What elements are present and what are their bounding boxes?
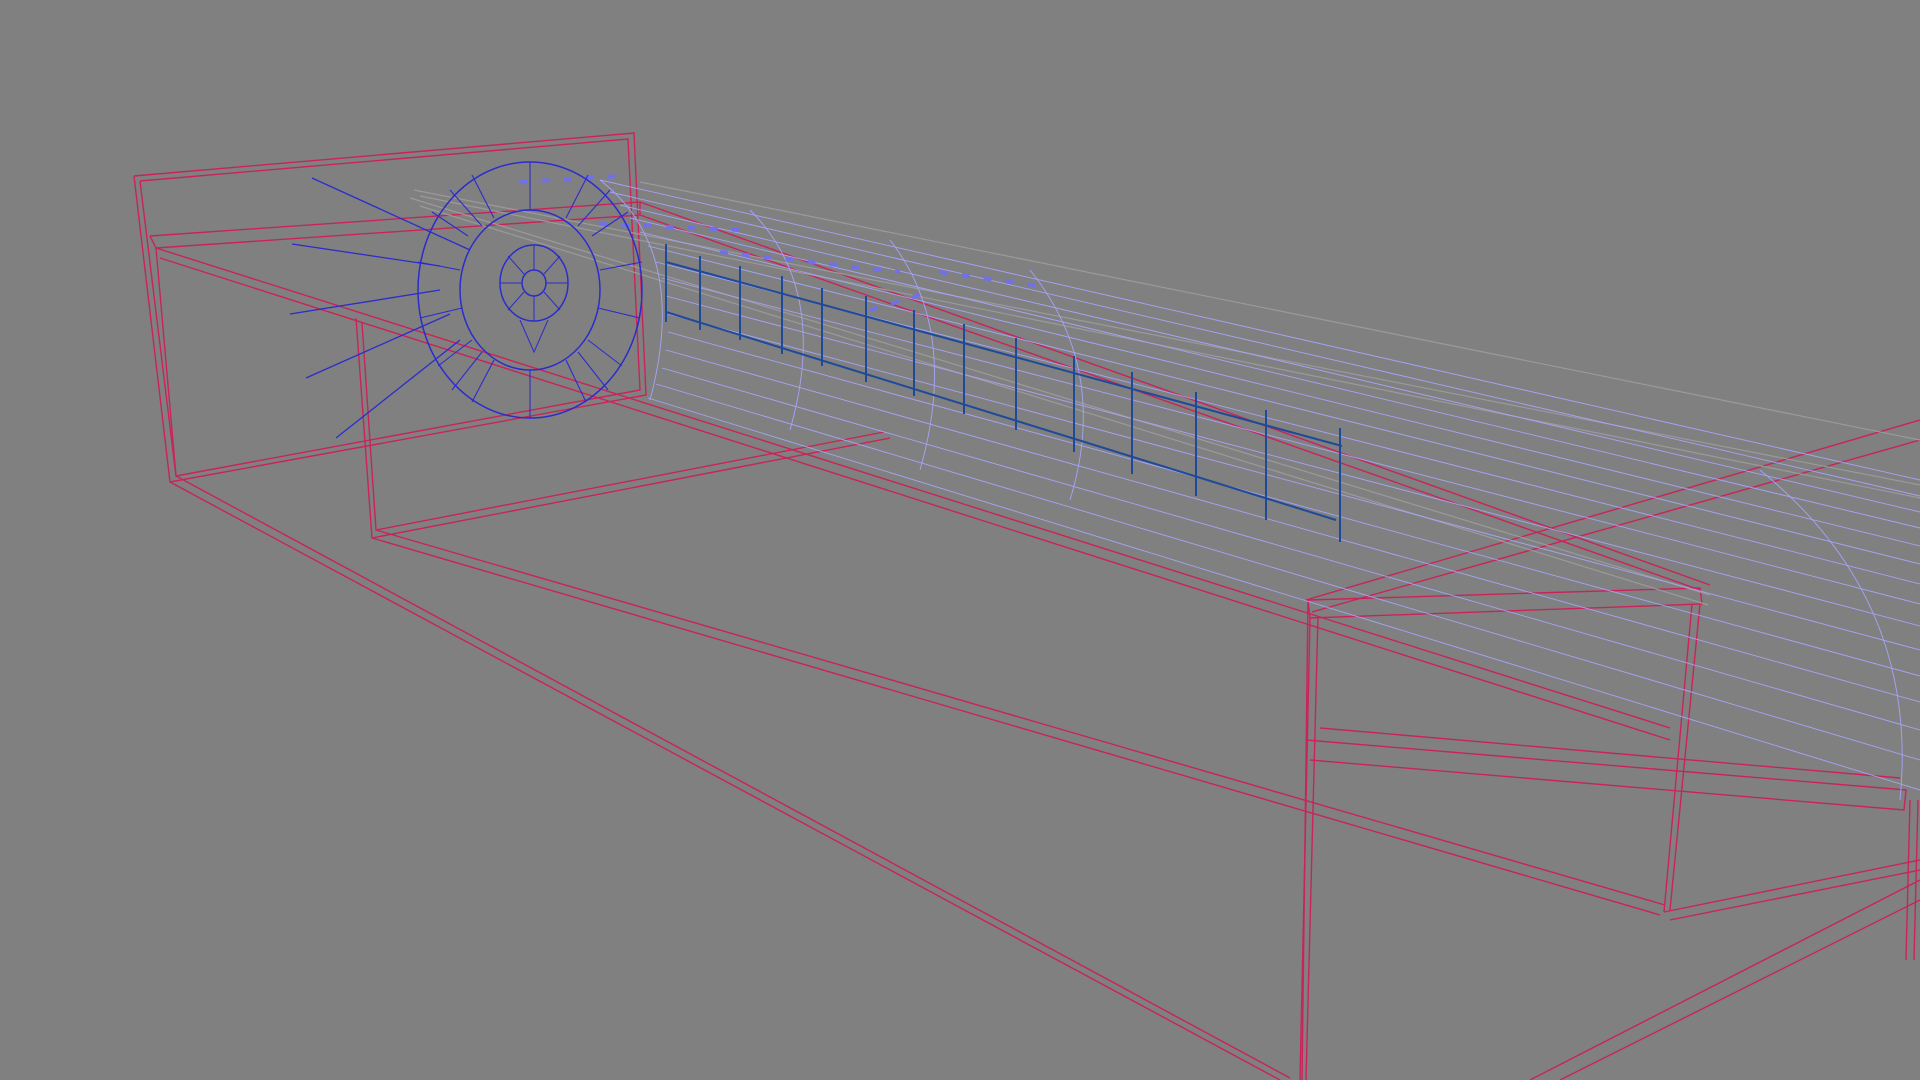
- ladder-frame[interactable]: [665, 244, 1343, 542]
- 3d-viewport[interactable]: [0, 0, 1920, 1080]
- end-gear[interactable]: [289, 161, 643, 439]
- box-frame[interactable]: [133, 132, 1920, 1080]
- cylinder-tube[interactable]: [519, 174, 1920, 801]
- rail[interactable]: [409, 181, 1920, 606]
- wireframe-scene[interactable]: [0, 0, 1920, 1080]
